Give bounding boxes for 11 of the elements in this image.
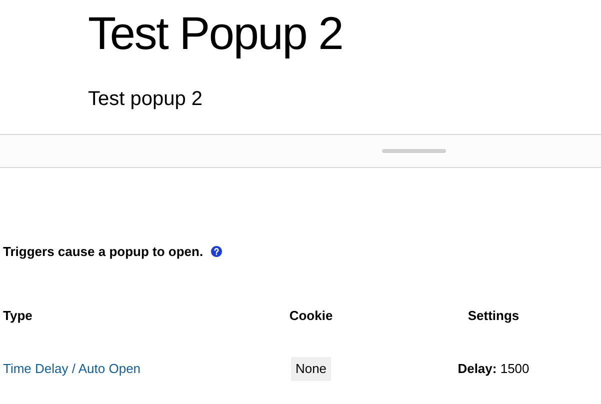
cookie-tag: None <box>291 357 331 380</box>
column-header: Cookie <box>289 306 333 324</box>
column-header: Type <box>2 306 32 325</box>
popup-content: Test popup 2 <box>88 87 204 112</box>
triggers-description: Triggers cause a popup to open. <box>3 243 204 261</box>
help-icon[interactable] <box>211 246 222 258</box>
popup-title: Test Popup 2 <box>88 6 344 61</box>
trigger-settings: Delay: 1500 <box>458 360 530 378</box>
trigger-type-link[interactable]: Time Delay / Auto Open <box>0 359 141 380</box>
drag-handle[interactable] <box>382 149 446 153</box>
column-header: Settings <box>468 306 520 325</box>
